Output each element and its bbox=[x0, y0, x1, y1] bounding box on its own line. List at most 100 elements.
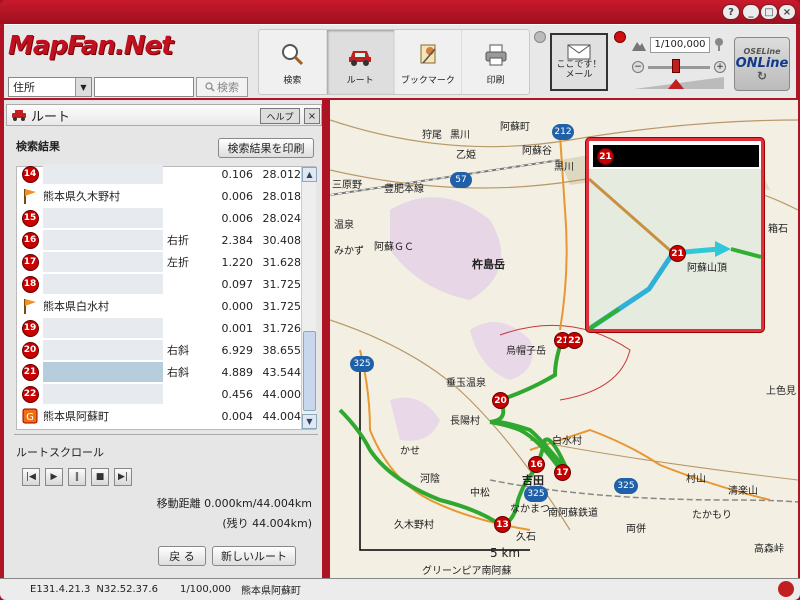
row-icon-cell: 20 bbox=[17, 341, 43, 359]
waypoint-badge-icon: 16 bbox=[21, 231, 39, 249]
table-row[interactable]: 15 0.006 28.024 bbox=[17, 207, 301, 229]
flag-icon bbox=[24, 189, 36, 204]
skip-back-icon[interactable]: |◀ bbox=[22, 468, 40, 486]
row-total-distance: 30.408 bbox=[262, 233, 302, 247]
map-label: 中松 bbox=[470, 488, 490, 499]
inset-marker-label: 21 bbox=[597, 148, 614, 165]
mail-button[interactable]: ここです！ メール bbox=[550, 33, 608, 91]
map-label: 久石 bbox=[516, 532, 536, 543]
row-total-distance: 28.024 bbox=[262, 211, 302, 225]
table-row[interactable]: 21 右斜 4.889 43.544 bbox=[17, 361, 301, 383]
scroll-down-icon[interactable]: ▼ bbox=[302, 414, 317, 429]
inset-header: 21 bbox=[593, 145, 759, 167]
row-total-distance: 44.000 bbox=[262, 387, 302, 401]
mail-label-2: メール bbox=[565, 70, 593, 80]
zoom-in-icon[interactable]: + bbox=[714, 61, 726, 73]
flag-icon bbox=[24, 299, 36, 314]
map-label: 河陰 bbox=[420, 474, 440, 485]
new-route-button[interactable]: 新しいルート bbox=[212, 546, 296, 566]
row-segment-distance: 0.004 bbox=[221, 409, 254, 423]
row-total-distance: 31.725 bbox=[262, 277, 302, 291]
panel-buttons: 戻 る 新しいルート bbox=[158, 546, 296, 566]
search-category-value: 住所 bbox=[13, 81, 35, 94]
waypoint-badge-icon: 20 bbox=[21, 341, 39, 359]
row-segment-distance: 0.006 bbox=[221, 189, 254, 203]
help-button[interactable]: ヘルプ bbox=[260, 108, 300, 124]
waypoint-badge-icon: 15 bbox=[21, 209, 39, 227]
toolbar-area: MapFan.Net 住所 ▼ 検索 検索 ルート ブックマーク 印刷 ここです… bbox=[4, 24, 796, 98]
print-results-button[interactable]: 検索結果を印刷 bbox=[218, 138, 314, 158]
pause-icon[interactable]: ‖ bbox=[68, 468, 86, 486]
resize-grip-icon[interactable] bbox=[778, 581, 794, 597]
table-row[interactable]: 22 0.456 44.000 bbox=[17, 383, 301, 405]
row-segment-distance: 0.106 bbox=[221, 167, 254, 181]
search-input[interactable] bbox=[94, 77, 194, 97]
mail-label-1: ここです！ bbox=[556, 60, 602, 70]
table-row[interactable]: 14 0.106 28.012 bbox=[17, 163, 301, 185]
table-row[interactable]: 16 右折 2.384 30.408 bbox=[17, 229, 301, 251]
minimize-icon[interactable]: _ bbox=[742, 4, 760, 20]
search-category-select[interactable]: 住所 ▼ bbox=[8, 77, 92, 97]
table-row[interactable]: 20 右斜 6.929 38.655 bbox=[17, 339, 301, 361]
route-panel-title: ルート bbox=[31, 109, 71, 125]
table-row[interactable]: 熊本県白水村 0.000 31.725 bbox=[17, 295, 301, 317]
route-marker[interactable]: 20 bbox=[492, 392, 509, 409]
route-marker[interactable]: 22 bbox=[566, 332, 583, 349]
row-icon-cell: 16 bbox=[17, 231, 43, 249]
table-row[interactable]: 17 左折 1.220 31.628 bbox=[17, 251, 301, 273]
playback-controls: |◀ ▶ ‖ ■ ▶| bbox=[22, 468, 132, 486]
printer-icon bbox=[485, 44, 507, 66]
help-icon[interactable]: ? bbox=[722, 4, 740, 20]
scroll-up-icon[interactable]: ▲ bbox=[302, 167, 317, 182]
car-icon bbox=[12, 110, 26, 121]
table-scrollbar[interactable]: ▲ ▼ bbox=[301, 167, 317, 429]
status-latitude: N32.52.37.6 bbox=[96, 584, 158, 595]
toolbar-route-button[interactable]: ルート bbox=[326, 30, 395, 94]
route-marker[interactable]: 16 bbox=[528, 456, 545, 473]
route-marker[interactable]: 13 bbox=[494, 516, 511, 533]
row-total-distance: 43.544 bbox=[262, 365, 302, 379]
table-row[interactable]: 19 0.001 31.726 bbox=[17, 317, 301, 339]
row-turn: 右斜 bbox=[167, 366, 189, 379]
map-label: 豊肥本線 bbox=[384, 184, 424, 195]
waypoint-badge-icon: 18 bbox=[21, 275, 39, 293]
row-icon-cell: 17 bbox=[17, 253, 43, 271]
panel-close-button[interactable]: × bbox=[304, 108, 320, 124]
refresh-icon: ↻ bbox=[756, 69, 768, 83]
table-row[interactable]: 18 0.097 31.725 bbox=[17, 273, 301, 295]
route-marker[interactable]: 17 bbox=[554, 464, 571, 481]
stop-icon[interactable]: ■ bbox=[91, 468, 109, 486]
row-segment-distance: 2.384 bbox=[221, 233, 254, 247]
map-label: かせ bbox=[400, 446, 420, 457]
toolbar-search-button[interactable]: 検索 bbox=[259, 30, 327, 94]
map-view[interactable]: 狩尾 黒川 阿蘇町 乙姫 阿蘇谷 黒川 豊肥本線 三原野 温泉 阿蘇ＧＣ みかず… bbox=[330, 100, 798, 578]
skip-forward-icon[interactable]: ▶| bbox=[114, 468, 132, 486]
scroll-thumb[interactable] bbox=[303, 331, 316, 411]
zoom-out-icon[interactable]: − bbox=[632, 61, 644, 73]
back-button[interactable]: 戻 る bbox=[158, 546, 206, 566]
row-segment-distance: 0.006 bbox=[221, 211, 254, 225]
map-label: 両併 bbox=[626, 524, 646, 535]
map-label: 黒川 bbox=[450, 130, 470, 141]
toolbar-bookmark-button[interactable]: ブックマーク bbox=[395, 30, 463, 94]
scale-value: 1/100,000 bbox=[650, 37, 710, 53]
row-segment-distance: 4.889 bbox=[221, 365, 254, 379]
zoom-slider-thumb[interactable] bbox=[672, 59, 680, 73]
guidance-inset: 21 21 阿蘇山頂 bbox=[586, 138, 764, 332]
search-button[interactable]: 検索 bbox=[196, 77, 248, 97]
row-total-distance: 31.726 bbox=[262, 321, 302, 335]
goal-icon: G bbox=[22, 408, 38, 424]
table-row[interactable]: G 熊本県阿蘇町 0.004 44.004 bbox=[17, 405, 301, 427]
close-icon[interactable]: × bbox=[778, 4, 796, 20]
online-button[interactable]: OSELine ONLine ↻ bbox=[734, 37, 790, 91]
table-row[interactable]: 熊本県久木野村 0.006 28.018 bbox=[17, 185, 301, 207]
svg-text:G: G bbox=[26, 412, 34, 423]
map-label: 清楽山 bbox=[728, 486, 758, 497]
map-label: 村山 bbox=[686, 474, 706, 485]
maximize-icon[interactable]: □ bbox=[760, 4, 778, 20]
play-icon[interactable]: ▶ bbox=[45, 468, 63, 486]
map-label: 白水村 bbox=[552, 436, 582, 447]
distance-moved: 移動距離 0.000km/44.004km bbox=[156, 497, 312, 510]
toolbar-print-button[interactable]: 印刷 bbox=[462, 30, 529, 94]
search-button-label: 検索 bbox=[217, 81, 239, 94]
